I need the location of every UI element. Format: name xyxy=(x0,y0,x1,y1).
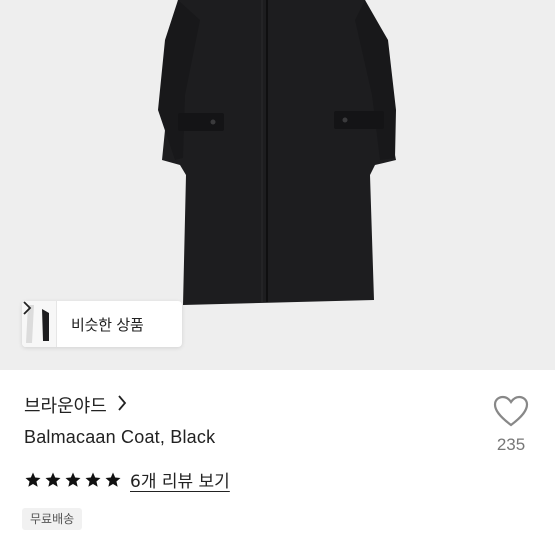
star-icon xyxy=(65,472,81,487)
brand-name: 브라운야드 xyxy=(24,396,107,417)
star-icon xyxy=(45,472,61,487)
star-icon xyxy=(85,472,101,487)
reviews-link[interactable]: 6개 리뷰 보기 xyxy=(130,467,230,492)
brand-link[interactable]: 브라운야드 xyxy=(24,392,127,418)
product-info: 브라운야드 Balmacaan Coat, Black 6개 리뷰 보기 무료배… xyxy=(0,370,555,555)
chevron-right-icon xyxy=(117,394,127,416)
product-image[interactable]: 비슷한 상품 xyxy=(0,0,555,370)
product-title: Balmacaan Coat, Black xyxy=(24,427,216,447)
star-icon xyxy=(25,472,41,487)
similar-products-button[interactable]: 비슷한 상품 xyxy=(22,301,182,347)
free-shipping-badge: 무료배송 xyxy=(22,508,83,530)
similar-products-label: 비슷한 상품 xyxy=(71,315,144,334)
heart-icon xyxy=(493,395,529,427)
rating-row: 6개 리뷰 보기 xyxy=(24,467,230,492)
star-rating xyxy=(24,471,122,489)
star-icon xyxy=(105,472,121,487)
like-count: 235 xyxy=(496,435,526,454)
like-button[interactable]: 235 xyxy=(491,395,531,455)
